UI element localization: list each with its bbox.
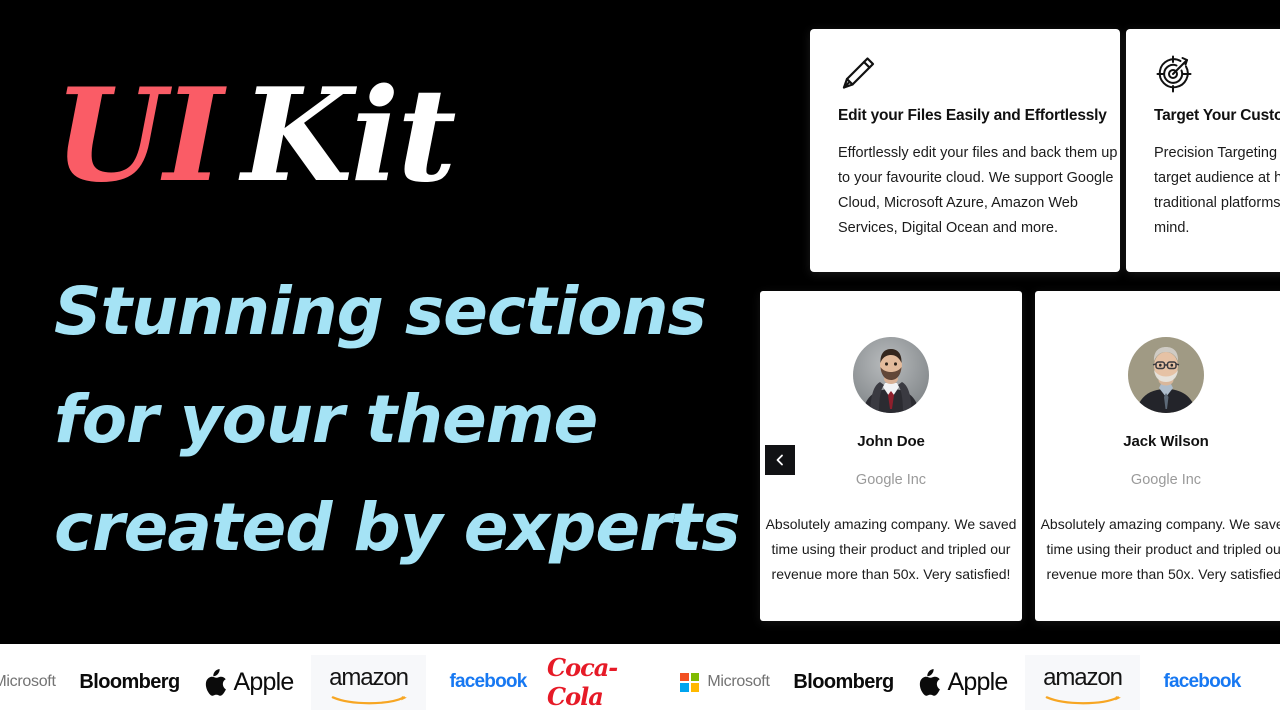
logo-amazon[interactable]: amazon: [1022, 644, 1143, 720]
partner-logo-bar: Microsoft Bloomberg Apple amazon facebook Coc…: [0, 644, 1280, 720]
hero-subtitle-line-3: created by experts: [54, 489, 740, 566]
logo-apple[interactable]: Apple: [189, 644, 308, 720]
logo-badge: amazon: [311, 654, 426, 710]
logo-facebook[interactable]: facebook: [1143, 644, 1261, 720]
logo-coca-cola[interactable]: Coca-Cola: [547, 644, 666, 720]
logo-facebook[interactable]: facebook: [429, 644, 547, 720]
page-root: UI Kit Stunning sections for your theme c…: [0, 0, 1280, 720]
avatar: [1128, 337, 1204, 413]
pencil-icon: [838, 53, 878, 93]
microsoft-square: [680, 672, 689, 681]
logo-mark: facebook: [449, 671, 527, 693]
testimonial-card[interactable]: Jack Wilson Google Inc Absolutely amazin…: [1035, 291, 1280, 621]
logo-microsoft[interactable]: Microsoft: [0, 644, 70, 720]
microsoft-square: [680, 683, 689, 692]
microsoft-squares-icon: [680, 672, 700, 692]
testimonial-name: Jack Wilson: [1123, 433, 1209, 450]
testimonial-company: Google Inc: [855, 472, 927, 488]
microsoft-square: [690, 683, 700, 692]
logo-mark: Microsoft: [680, 672, 770, 692]
logo-mark: amazon: [1025, 654, 1140, 710]
logo-label: amazon: [329, 665, 410, 704]
title-word-kit: Kit: [241, 61, 457, 211]
logo-label: facebook: [1163, 671, 1241, 692]
amazon-swoosh-icon: [331, 687, 410, 704]
logo-label: Microsoft: [680, 672, 770, 692]
hero-subtitle-line-2: for your theme: [54, 381, 598, 458]
logo-mark: Coca-Cola: [547, 653, 666, 711]
testimonial-name: John Doe: [857, 433, 925, 450]
logo-label: Apple: [204, 668, 294, 697]
feature-card-body: Precision Targeting allows you to reach …: [1154, 145, 1280, 236]
testimonial-card[interactable]: John Doe Google Inc Absolutely amazing c…: [760, 291, 1022, 621]
logo-label: Apple: [918, 668, 1008, 697]
testimonial-quote: Absolutely amazing company. We saved tim…: [1040, 516, 1280, 582]
feature-card-body: Effortlessly edit your files and back th…: [838, 145, 1118, 236]
testimonial-company: Google Inc: [1130, 472, 1202, 488]
hero-section: UI Kit Stunning sections for your theme c…: [0, 0, 760, 644]
logo-mark: facebook: [1163, 671, 1241, 693]
microsoft-square: [690, 672, 700, 681]
logo-label: Bloomberg: [79, 670, 180, 693]
testimonial-quote: Absolutely amazing company. We saved tim…: [765, 516, 1017, 582]
logo-mark: Bloomberg: [793, 670, 894, 694]
logo-mark: Apple: [204, 668, 294, 697]
apple-icon: [919, 668, 940, 696]
carousel-prev-button[interactable]: [765, 445, 795, 475]
apple-icon: [205, 668, 226, 696]
logo-apple[interactable]: Apple: [903, 644, 1022, 720]
page-title: UI Kit: [54, 72, 457, 200]
hero-subtitle: Stunning sections for your theme created…: [54, 258, 754, 582]
logo-bloomberg[interactable]: Bloomberg: [784, 644, 903, 720]
logo-label: amazon: [1043, 665, 1124, 704]
target-icon: [1154, 53, 1194, 93]
logo-microsoft[interactable]: Microsoft: [666, 644, 784, 720]
logo-mark: Apple: [918, 668, 1008, 697]
feature-card-edit-files[interactable]: Edit your Files Easily and Effortlessly …: [810, 29, 1120, 272]
feature-card-target-customers[interactable]: Target Your Customers Precision Targetin…: [1126, 29, 1280, 272]
logo-label: Microsoft: [0, 673, 56, 692]
logo-label: Coca-Cola: [547, 653, 618, 711]
logo-mark: Bloomberg: [79, 670, 180, 694]
title-word-ui: UI: [54, 61, 223, 211]
feature-card-title: Target Your Customers: [1154, 107, 1280, 124]
logo-bloomberg[interactable]: Bloomberg: [70, 644, 189, 720]
hero-subtitle-line-1: Stunning sections: [54, 273, 707, 350]
amazon-swoosh-icon: [1045, 687, 1124, 704]
logo-label: facebook: [449, 671, 527, 692]
chevron-left-icon: [776, 454, 783, 466]
logo-text: Microsoft: [707, 673, 770, 690]
avatar: [853, 337, 929, 413]
logo-label: Bloomberg: [793, 670, 894, 693]
logo-mark: amazon: [311, 654, 426, 710]
feature-card-title: Edit your Files Easily and Effortlessly: [838, 107, 1107, 124]
logo-mark: Microsoft: [0, 673, 56, 692]
logo-badge: amazon: [1025, 654, 1140, 710]
logo-amazon[interactable]: amazon: [308, 644, 429, 720]
logo-text: Microsoft: [0, 673, 56, 690]
